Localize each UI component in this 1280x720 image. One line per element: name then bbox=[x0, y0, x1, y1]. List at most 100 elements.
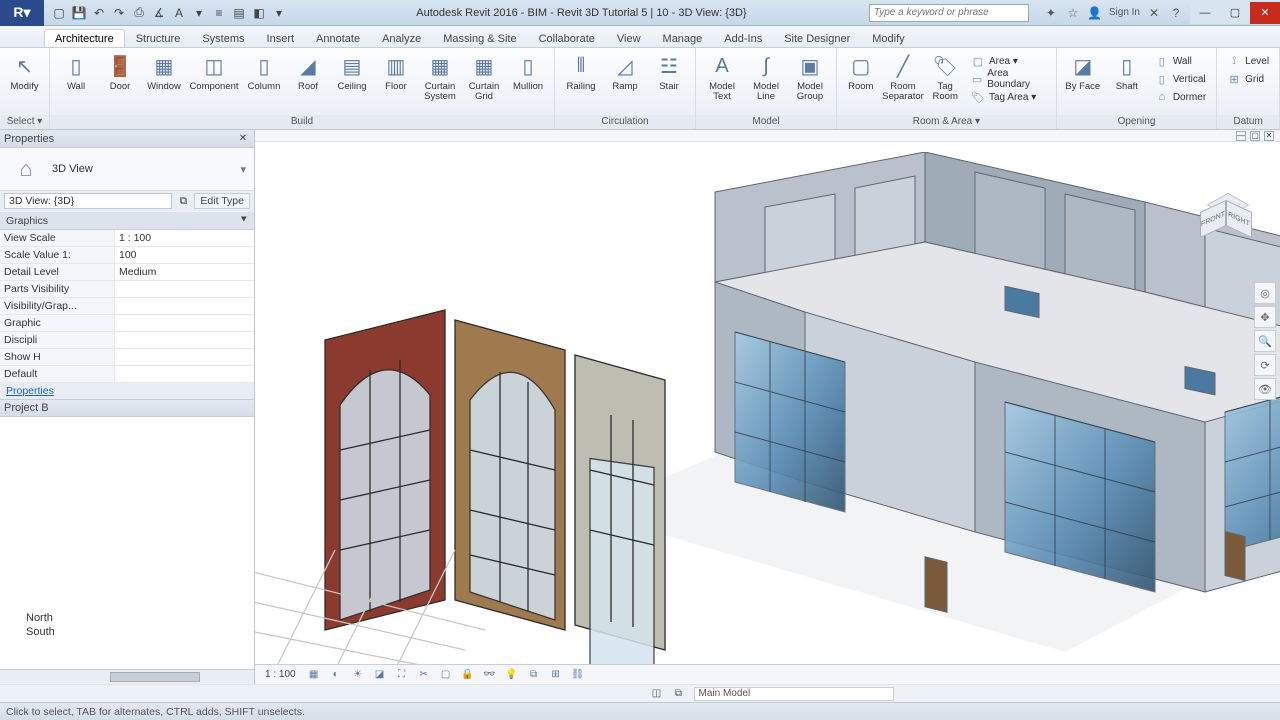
save-icon[interactable]: 💾 bbox=[70, 4, 88, 22]
mullion-tool[interactable]: ▯Mullion bbox=[506, 50, 550, 94]
browser-node[interactable]: North bbox=[8, 611, 246, 625]
railing-tool[interactable]: ⫴Railing bbox=[559, 50, 603, 94]
area-boundary-tool[interactable]: ▭Area Boundary bbox=[967, 70, 1050, 88]
browser-node[interactable]: South bbox=[8, 625, 246, 639]
by-face-tool[interactable]: ◪By Face bbox=[1061, 50, 1105, 94]
tab-annotate[interactable]: Annotate bbox=[305, 29, 371, 47]
tab-site-designer[interactable]: Site Designer bbox=[773, 29, 861, 47]
opening-vertical-tool[interactable]: ▯Vertical bbox=[1151, 70, 1210, 88]
text-icon[interactable]: A bbox=[170, 4, 188, 22]
undo-icon[interactable]: ↶ bbox=[90, 4, 108, 22]
steering-wheel-icon[interactable]: ◎ bbox=[1254, 282, 1276, 304]
prop-value[interactable] bbox=[115, 332, 254, 349]
model-text-tool[interactable]: AModel Text bbox=[700, 50, 744, 104]
tab-manage[interactable]: Manage bbox=[652, 29, 714, 47]
orbit-icon[interactable]: ⟳ bbox=[1254, 354, 1276, 376]
tag-icon[interactable]: ▾ bbox=[190, 4, 208, 22]
column-tool[interactable]: ▯Column bbox=[242, 50, 286, 94]
opening-wall-tool[interactable]: ▯Wall bbox=[1151, 52, 1210, 70]
maximize-button[interactable]: ▢ bbox=[1220, 2, 1250, 24]
open-icon[interactable]: ▢ bbox=[50, 4, 68, 22]
level-tool[interactable]: ⟟Level bbox=[1223, 52, 1273, 70]
prop-value[interactable]: Medium bbox=[115, 264, 254, 281]
tab-collaborate[interactable]: Collaborate bbox=[528, 29, 606, 47]
window-tool[interactable]: ▦Window bbox=[142, 50, 186, 94]
tab-analyze[interactable]: Analyze bbox=[371, 29, 432, 47]
graphics-section-header[interactable]: Graphics⯆ bbox=[0, 212, 254, 230]
curtain-system-tool[interactable]: ▦Curtain System bbox=[418, 50, 462, 104]
visual-style-icon[interactable]: ◐ bbox=[328, 667, 344, 683]
tab-view[interactable]: View bbox=[606, 29, 652, 47]
analytical-icon[interactable]: ⊞ bbox=[548, 667, 564, 683]
redo-icon[interactable]: ↷ bbox=[110, 4, 128, 22]
design-option-selector[interactable]: Main Model bbox=[694, 687, 894, 701]
stair-tool[interactable]: ☳Stair bbox=[647, 50, 691, 94]
viewcube-right[interactable]: RIGHT bbox=[1226, 200, 1252, 238]
exchange-icon[interactable]: ✕ bbox=[1146, 5, 1162, 21]
reveal-hidden-icon[interactable]: 💡 bbox=[504, 667, 520, 683]
detail-level-icon[interactable]: ▦ bbox=[306, 667, 322, 683]
component-tool[interactable]: ◫Component bbox=[186, 50, 242, 94]
dormer-tool[interactable]: ⌂Dormer bbox=[1151, 88, 1210, 106]
view-minimize-button[interactable]: — bbox=[1236, 131, 1246, 141]
look-icon[interactable]: 👁 bbox=[1254, 378, 1276, 400]
tag-area-tool[interactable]: 🏷Tag Area ▾ bbox=[967, 88, 1050, 106]
tab-systems[interactable]: Systems bbox=[191, 29, 255, 47]
close-button[interactable]: ✕ bbox=[1250, 2, 1280, 24]
curtain-grid-tool[interactable]: ▦Curtain Grid bbox=[462, 50, 506, 104]
select-dropdown[interactable]: Select ▾ bbox=[0, 115, 49, 129]
minimize-button[interactable]: — bbox=[1190, 2, 1220, 24]
sign-in-link[interactable]: Sign In bbox=[1109, 7, 1140, 18]
ramp-tool[interactable]: ◿Ramp bbox=[603, 50, 647, 94]
properties-help-link[interactable]: Properties bbox=[0, 383, 254, 399]
pan-icon[interactable]: ✥ bbox=[1254, 306, 1276, 328]
worksets-icon[interactable]: ◫ bbox=[650, 687, 664, 701]
project-browser-body[interactable]: North South bbox=[0, 417, 254, 669]
tab-massing-site[interactable]: Massing & Site bbox=[432, 29, 527, 47]
shadows-icon[interactable]: ◪ bbox=[372, 667, 388, 683]
app-menu-button[interactable]: R▾ bbox=[0, 0, 44, 26]
prop-value[interactable] bbox=[115, 315, 254, 332]
measure-icon[interactable]: ∡ bbox=[150, 4, 168, 22]
view-selector[interactable]: 3D View: {3D} bbox=[4, 193, 172, 209]
prop-value[interactable] bbox=[115, 281, 254, 298]
tab-architecture[interactable]: Architecture bbox=[44, 29, 125, 47]
edit-type-button[interactable]: Edit Type bbox=[194, 193, 250, 209]
worksharing-icon[interactable]: ⧉ bbox=[526, 667, 542, 683]
thin-lines-icon[interactable]: ▤ bbox=[230, 4, 248, 22]
subscription-icon[interactable]: ☆ bbox=[1065, 5, 1081, 21]
room-area-group-label[interactable]: Room & Area ▾ bbox=[837, 115, 1056, 129]
help-icon[interactable]: ? bbox=[1168, 5, 1184, 21]
rendering-icon[interactable]: ⛶ bbox=[394, 667, 410, 683]
constraints-icon[interactable]: ⛓ bbox=[570, 667, 586, 683]
tab-insert[interactable]: Insert bbox=[256, 29, 306, 47]
tag-room-tool[interactable]: 🏷Tag Room bbox=[925, 50, 965, 104]
sun-path-icon[interactable]: ☀ bbox=[350, 667, 366, 683]
prop-value[interactable]: 1 : 100 bbox=[115, 230, 254, 247]
zoom-icon[interactable]: 🔍 bbox=[1254, 330, 1276, 352]
tab-modify[interactable]: Modify bbox=[861, 29, 915, 47]
filter-icon[interactable]: ⧉ bbox=[176, 195, 190, 208]
temp-hide-icon[interactable]: 👓 bbox=[482, 667, 498, 683]
switch-windows-icon[interactable]: ▾ bbox=[270, 4, 288, 22]
tab-structure[interactable]: Structure bbox=[125, 29, 192, 47]
prop-value[interactable] bbox=[115, 298, 254, 315]
view-close-button[interactable]: ✕ bbox=[1264, 131, 1274, 141]
editable-only-icon[interactable]: ⧉ bbox=[672, 687, 686, 701]
grid-tool[interactable]: ⊞Grid bbox=[1223, 70, 1273, 88]
modify-tool[interactable]: ↖ Modify bbox=[4, 50, 45, 94]
prop-value[interactable]: 100 bbox=[115, 247, 254, 264]
user-icon[interactable]: 👤 bbox=[1087, 5, 1103, 21]
view-maximize-button[interactable]: ▢ bbox=[1250, 131, 1260, 141]
properties-type-selector[interactable]: ⌂ 3D View ▾ bbox=[0, 148, 254, 191]
infocenter-icon[interactable]: ✦ bbox=[1043, 5, 1059, 21]
left-panel-scrollbar[interactable] bbox=[0, 669, 254, 684]
room-separator-tool[interactable]: ╱Room Separator bbox=[881, 50, 926, 104]
close-hidden-icon[interactable]: ◧ bbox=[250, 4, 268, 22]
prop-value[interactable] bbox=[115, 366, 254, 383]
model-line-tool[interactable]: ∫Model Line bbox=[744, 50, 788, 104]
properties-close-button[interactable]: ✕ bbox=[236, 132, 250, 146]
curtain-wall-samples[interactable] bbox=[255, 300, 685, 664]
model-group-tool[interactable]: ▣Model Group bbox=[788, 50, 832, 104]
view-cube[interactable]: TOP FRONT RIGHT bbox=[1194, 190, 1262, 258]
